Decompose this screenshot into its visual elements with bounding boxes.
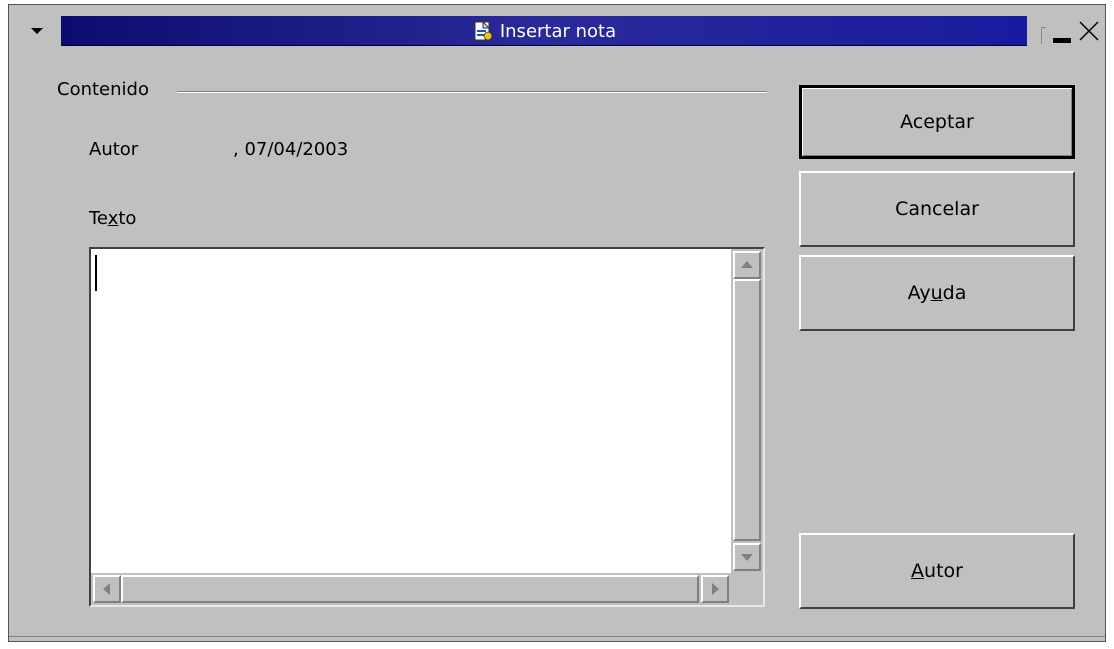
window-menu-arrow-icon (31, 28, 43, 34)
content-group-label: Contenido (57, 79, 154, 100)
note-text-area[interactable] (89, 247, 765, 607)
insert-note-dialog: Insertar nota Contenido Autor , 07/04/20… (8, 4, 1106, 642)
help-button-mnemonic: u (930, 282, 943, 304)
text-label-part: Te (89, 208, 108, 229)
arrow-left-icon (103, 583, 110, 595)
help-button-label-part: da (942, 282, 967, 304)
vertical-scrollbar[interactable] (731, 249, 763, 573)
scrollbar-corner (731, 573, 763, 605)
arrow-right-icon (712, 583, 719, 595)
author-date-value: , 07/04/2003 (233, 139, 349, 160)
text-label: Texto (89, 208, 136, 229)
title-bar: Insertar nota (9, 5, 1105, 55)
arrow-down-icon (741, 554, 753, 561)
title-bar-separator (1041, 27, 1046, 44)
help-button[interactable]: Ay u da (799, 255, 1075, 331)
help-button-label-part: Ay (907, 282, 931, 304)
scroll-right-button[interactable] (701, 575, 729, 603)
horizontal-scrollbar[interactable] (91, 573, 731, 605)
author-button-label-part: utor (924, 560, 963, 582)
minimize-button[interactable] (1051, 21, 1073, 45)
minimize-icon (1053, 38, 1071, 43)
close-icon (1079, 21, 1099, 41)
window-menu-button[interactable] (19, 15, 55, 47)
author-label: Autor (89, 139, 139, 160)
dialog-bottom-edge (9, 636, 1105, 641)
text-label-mnemonic: x (107, 208, 119, 229)
cancel-button[interactable]: Cancelar (799, 171, 1075, 247)
author-button[interactable]: Autor (799, 533, 1075, 609)
note-document-icon (472, 20, 494, 42)
window-title: Insertar nota (499, 20, 617, 42)
ok-button[interactable]: Aceptar (799, 85, 1075, 159)
scroll-up-button[interactable] (733, 251, 761, 279)
scroll-left-button[interactable] (93, 575, 121, 603)
text-cursor (95, 255, 97, 291)
text-label-part: to (118, 208, 137, 229)
title-bar-caption-area[interactable]: Insertar nota (61, 16, 1027, 46)
scroll-down-button[interactable] (733, 543, 761, 571)
author-button-mnemonic: A (911, 560, 925, 582)
arrow-up-icon (741, 261, 753, 268)
vertical-scroll-thumb[interactable] (733, 279, 761, 541)
close-button[interactable] (1077, 19, 1101, 43)
content-group-divider (177, 91, 767, 93)
horizontal-scroll-thumb[interactable] (121, 575, 699, 603)
